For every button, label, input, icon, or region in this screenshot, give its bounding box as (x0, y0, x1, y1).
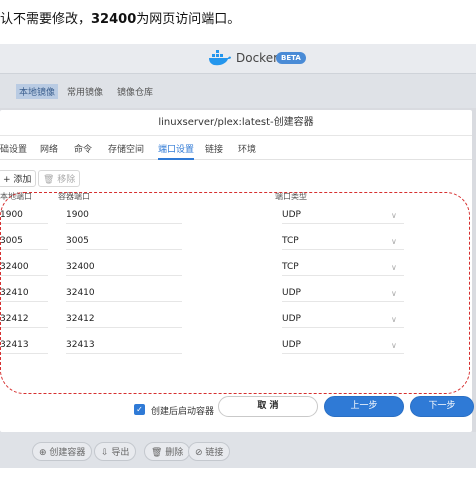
local-port-input[interactable]: 32410 (0, 284, 48, 302)
dialog-tabs: 础设置 网络 命令 存储空间 端口设置 链接 环境 (0, 136, 472, 160)
port-type-select[interactable]: UDP (282, 206, 404, 224)
create-container-button[interactable]: ⊕ 创建容器 (32, 442, 93, 461)
start-after-create-label: 创建后启动容器 (151, 407, 215, 417)
tab-command[interactable]: 命令 (74, 142, 92, 155)
dialog-title: linuxserver/plex:latest-创建容器 (0, 110, 472, 136)
caption-prefix: 认不需要修改， (0, 12, 92, 27)
tab-environment[interactable]: 环境 (238, 142, 256, 155)
caption-suffix: 为网页访问端口。 (136, 12, 241, 27)
caption-port: 32400 (91, 12, 137, 27)
cancel-button[interactable]: 取 消 (218, 396, 318, 417)
chevron-down-icon: ∨ (391, 289, 397, 298)
column-port-type: 端口类型 (275, 192, 307, 201)
export-button[interactable]: ⇩ 导出 (94, 442, 137, 461)
tab-common-images[interactable]: 常用镜像 (64, 84, 106, 99)
local-port-input[interactable]: 32412 (0, 310, 48, 328)
column-local-port: 本地端口 (0, 192, 32, 201)
chevron-down-icon: ∨ (391, 341, 397, 350)
local-port-input[interactable]: 32400 (0, 258, 48, 276)
tab-local-images[interactable]: 本地镜像 (16, 84, 59, 99)
create-container-dialog: linuxserver/plex:latest-创建容器 础设置 网络 命令 存… (0, 110, 474, 432)
tab-port-settings[interactable]: 端口设置 (158, 142, 195, 160)
link-label: 链接 (205, 448, 224, 458)
chevron-down-icon: ∨ (391, 211, 397, 220)
add-port-button[interactable]: + 添加 (0, 170, 37, 187)
port-type-select[interactable]: UDP (282, 336, 404, 354)
container-port-input[interactable]: 32413 (66, 336, 182, 354)
port-type-select[interactable]: UDP (282, 310, 404, 328)
link-button[interactable]: ⊘ 链接 (188, 442, 231, 461)
column-container-port: 容器端口 (58, 192, 90, 201)
chevron-down-icon: ∨ (391, 315, 397, 324)
container-port-input[interactable]: 32412 (66, 310, 182, 328)
container-port-input[interactable]: 1900 (66, 206, 182, 224)
container-port-input[interactable]: 32410 (66, 284, 182, 302)
app-header: Docker BETA (0, 44, 476, 74)
export-label: 导出 (111, 448, 130, 458)
app-name: Docker (236, 51, 279, 65)
local-port-input[interactable]: 3005 (0, 232, 48, 250)
create-container-label: 创建容器 (49, 448, 86, 458)
docker-whale-icon (209, 50, 231, 66)
port-type-select[interactable]: UDP (282, 284, 404, 302)
instruction-caption: 认不需要修改，32400为网页访问端口。 (0, 8, 240, 27)
chevron-down-icon: ∨ (391, 263, 397, 272)
beta-badge: BETA (276, 52, 306, 64)
port-type-select[interactable]: TCP (282, 258, 404, 276)
tab-links[interactable]: 链接 (205, 142, 223, 155)
docker-screenshot: Docker BETA 本地镜像 常用镜像 镜像仓库 linuxserver/p… (0, 44, 476, 468)
delete-label: 删除 (165, 448, 184, 458)
tab-basic-settings[interactable]: 础设置 (0, 142, 27, 155)
tab-storage[interactable]: 存储空间 (108, 142, 144, 155)
local-port-input[interactable]: 32413 (0, 336, 48, 354)
port-type-select[interactable]: TCP (282, 232, 404, 250)
remove-port-button[interactable]: 🗑 移除 (38, 170, 81, 187)
tab-network[interactable]: 网络 (40, 142, 58, 155)
local-port-input[interactable]: 1900 (0, 206, 48, 224)
next-step-button[interactable]: 下一步 (410, 396, 474, 417)
start-after-create-checkbox[interactable]: ✓ (134, 404, 145, 415)
container-port-input[interactable]: 32400 (66, 258, 182, 276)
container-port-input[interactable]: 3005 (66, 232, 182, 250)
tab-image-registry[interactable]: 镜像仓库 (114, 84, 156, 99)
background-action-bar: ⊕ 创建容器 ⇩ 导出 🗑 删除 ⊘ 链接 (0, 432, 476, 468)
background-tabs: 本地镜像 常用镜像 镜像仓库 (0, 74, 476, 108)
chevron-down-icon: ∨ (391, 237, 397, 246)
previous-step-button[interactable]: 上一步 (324, 396, 404, 417)
delete-button[interactable]: 🗑 删除 (144, 442, 191, 461)
